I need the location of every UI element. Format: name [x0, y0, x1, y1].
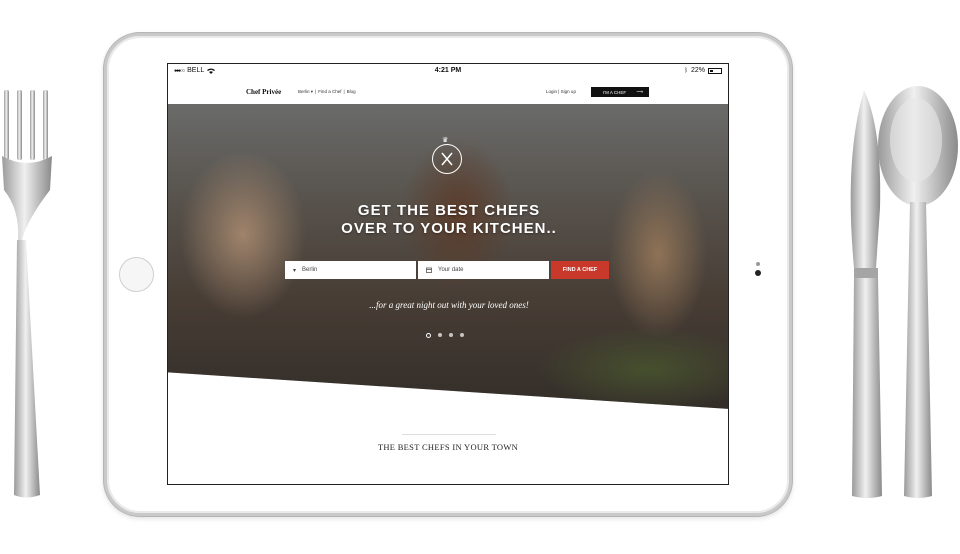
- find-a-chef-button[interactable]: FIND A CHEF: [551, 261, 609, 279]
- carousel-dots: [426, 333, 464, 338]
- nav-blog[interactable]: Blog: [347, 89, 356, 95]
- bluetooth-icon: ᛒ: [684, 67, 688, 74]
- hero-tagline: ...for a great night out with your loved…: [369, 300, 529, 310]
- site-logo[interactable]: Chef Privée: [246, 88, 281, 96]
- carousel-dot[interactable]: [460, 333, 464, 337]
- nav-find-a-chef[interactable]: Find a Chef: [318, 89, 341, 95]
- login-signup-link[interactable]: Login | Sign up: [546, 89, 576, 94]
- location-pin-icon: ▾: [293, 267, 297, 274]
- city-select[interactable]: ▾ Berlin: [285, 261, 416, 279]
- im-a-chef-label: I'M A CHEF: [603, 89, 627, 95]
- nav-links: Berlin ▾ | Find a Chef | Blog: [298, 89, 356, 95]
- city-value: Berlin: [302, 267, 318, 273]
- im-a-chef-button[interactable]: I'M A CHEF ⟶: [591, 87, 649, 97]
- battery-percent: 22%: [690, 67, 705, 74]
- section-title: THE BEST CHEFS IN YOUR TOWN: [377, 442, 519, 452]
- hero-headline-line2: OVER TO YOUR KITCHEN..: [341, 220, 557, 237]
- battery-icon: [708, 67, 722, 74]
- hero-banner: ♛ GET THE BEST CHEFS OVER TO YOUR KITCHE…: [168, 104, 728, 409]
- date-placeholder: Your date: [438, 267, 464, 273]
- crown-icon: ♛: [442, 137, 449, 144]
- front-camera: [755, 270, 761, 276]
- carousel-dot[interactable]: [438, 333, 442, 337]
- site-header: Chef Privée Berlin ▾ | Find a Chef | Blo…: [168, 82, 728, 104]
- carousel-dot[interactable]: [426, 333, 431, 338]
- fork-icon: [2, 90, 52, 498]
- hero-headline-line1: GET THE BEST CHEFS: [357, 202, 541, 219]
- nav-city-dropdown[interactable]: Berlin ▾: [298, 89, 313, 95]
- chef-search-form: ▾ Berlin Your date FIND A CHEF: [285, 261, 609, 279]
- nav-separator: |: [315, 89, 317, 94]
- nav-separator: |: [343, 89, 345, 94]
- tablet-screen: ●●●○○ BELL 4:21 PM ᛒ 22% Chef Privée Ber…: [167, 63, 729, 485]
- arrow-right-icon: ⟶: [636, 89, 643, 94]
- chef-emblem-icon: [432, 144, 462, 174]
- calendar-icon: [426, 267, 432, 273]
- section-divider: [402, 434, 496, 435]
- hero-headline: GET THE BEST CHEFS OVER TO YOUR KITCHEN.…: [168, 202, 728, 238]
- home-button[interactable]: [119, 257, 154, 292]
- carousel-dot[interactable]: [449, 333, 453, 337]
- light-sensor: [756, 262, 760, 266]
- spoon-icon: [878, 86, 958, 498]
- clock: 4:21 PM: [434, 67, 462, 74]
- date-input[interactable]: Your date: [418, 261, 549, 279]
- status-bar: ●●●○○ BELL 4:21 PM ᛒ 22%: [168, 64, 728, 79]
